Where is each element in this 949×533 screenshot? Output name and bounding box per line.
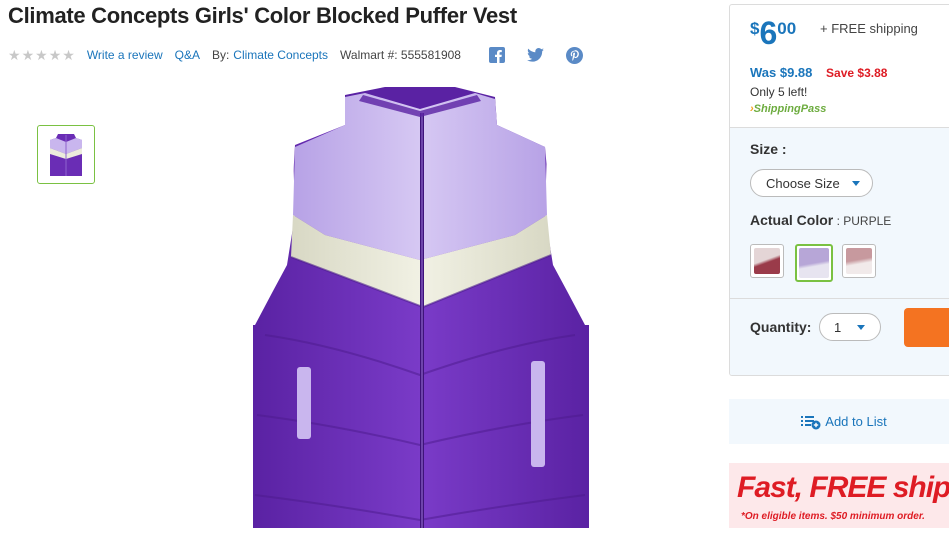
buy-box: $600 + FREE shipping Was $9.88 Save $3.8… [729, 4, 949, 376]
price: $600 [750, 15, 796, 51]
promo-banner[interactable]: Fast, FREE shippin *On eligible items. $… [729, 463, 949, 528]
promo-headline: Fast, FREE shippin [737, 471, 949, 505]
price-currency: $ [750, 19, 760, 38]
size-select-value: Choose Size [766, 175, 840, 191]
write-review-link[interactable]: Write a review [87, 48, 163, 62]
star-icon: ★ [35, 47, 48, 63]
product-image[interactable] [245, 85, 595, 528]
size-label: Size : [750, 141, 787, 157]
size-label-text: Size [750, 141, 779, 157]
by-label: By: [211, 48, 230, 62]
was-price: Was $9.88 [750, 65, 813, 80]
size-select[interactable]: Choose Size [750, 169, 873, 197]
options-divider [730, 298, 949, 299]
swatch-pink-fill [846, 248, 872, 274]
free-shipping-text: + FREE shipping [820, 21, 918, 36]
stock-status: Only 5 left! [750, 85, 808, 99]
star-icon: ★ [62, 47, 75, 63]
swatch-purple-fill [799, 248, 829, 278]
add-list-icon [801, 415, 821, 429]
promo-free-shipping: FREE shippin [809, 471, 949, 504]
quantity-value: 1 [834, 319, 842, 335]
product-thumbnail[interactable] [37, 125, 95, 184]
color-label: Actual Color : PURPLE [750, 212, 891, 228]
quantity-select[interactable]: 1 [819, 313, 881, 341]
twitter-icon[interactable] [527, 48, 544, 62]
shipping-pass[interactable]: ›ShippingPass [750, 103, 826, 115]
color-swatch-maroon[interactable] [750, 244, 784, 278]
pinterest-icon[interactable] [565, 46, 583, 64]
add-to-list-button[interactable]: Add to List [729, 399, 949, 444]
product-meta-row: ★ ★ ★ ★ ★ Write a review Q&A By: Climate… [8, 46, 583, 64]
color-swatch-purple[interactable] [795, 244, 833, 282]
product-options: Size : Choose Size Actual Color : PURPLE… [730, 127, 949, 375]
size-label-suffix: : [778, 141, 787, 157]
rating-stars[interactable]: ★ ★ ★ ★ ★ [8, 48, 75, 62]
star-icon: ★ [8, 47, 21, 63]
promo-subtext: *On eligible items. $50 minimum order. [741, 511, 925, 522]
qa-link[interactable]: Q&A [175, 48, 200, 62]
shipping-pass-label: ShippingPass [753, 103, 827, 115]
color-swatch-pink[interactable] [842, 244, 876, 278]
quantity-label: Quantity: [750, 319, 812, 335]
brand-link[interactable]: Climate Concepts [233, 48, 328, 62]
add-to-cart-button[interactable] [904, 308, 949, 347]
social-share [488, 46, 583, 64]
promo-fast: Fast, [737, 471, 803, 504]
was-price-row: Was $9.88 Save $3.88 [750, 65, 887, 80]
price-whole: 6 [759, 15, 778, 51]
walmart-number: Walmart #: 555581908 [340, 48, 461, 62]
chevron-down-icon [851, 180, 860, 186]
facebook-icon[interactable] [488, 47, 505, 63]
product-title: Climate Concepts Girls' Color Blocked Pu… [8, 3, 517, 28]
color-label-text: Actual Color [750, 212, 834, 228]
add-to-list-label: Add to List [825, 414, 887, 429]
swatch-maroon-fill [754, 248, 780, 274]
price-cents: 00 [777, 19, 797, 38]
color-label-suffix: : [833, 214, 844, 228]
color-value: PURPLE [843, 214, 892, 228]
save-amount: Save $3.88 [826, 66, 888, 80]
star-icon: ★ [21, 47, 35, 63]
chevron-down-icon [857, 324, 866, 330]
star-icon: ★ [48, 47, 62, 63]
